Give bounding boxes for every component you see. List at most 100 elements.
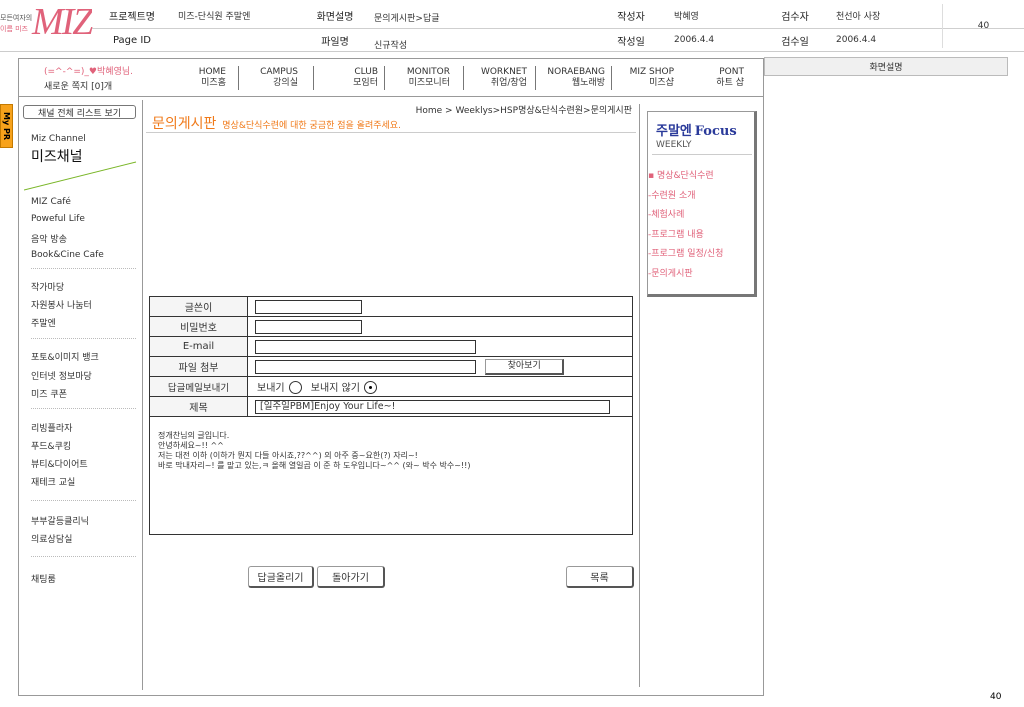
mypr-label: My PR bbox=[2, 112, 11, 140]
reviewer-value: 천선아 사장 bbox=[836, 11, 881, 22]
focus-item-schedule[interactable]: -프로그램 일정/신청 bbox=[648, 246, 723, 259]
nosend-radio[interactable] bbox=[363, 381, 377, 395]
focus-item-program[interactable]: -프로그램 내용 bbox=[648, 227, 704, 240]
browse-label: 찾아보기 bbox=[507, 360, 541, 371]
sidebar-item-chat[interactable]: 채팅룸 bbox=[31, 572, 56, 585]
greeting-text: (=^-^=)_♥박혜영님. bbox=[44, 67, 133, 77]
body-line-2: 안녕하세요~!! ^^ bbox=[158, 441, 224, 450]
notes-link[interactable]: 새로운 쪽지 [0]개 bbox=[44, 79, 112, 92]
nav-club[interactable]: CLUB 모임터 bbox=[330, 67, 378, 89]
screen-desc-value: 문의게시판>답글 bbox=[374, 13, 440, 24]
sidebar-item-couple[interactable]: 부부갈등클리닉 bbox=[31, 514, 89, 527]
channel-list-button[interactable]: 채널 전체 리스트 보기 bbox=[23, 105, 136, 119]
sidebar-item-mizcafe[interactable]: MIZ Café bbox=[31, 197, 71, 207]
subject-label: 제목 bbox=[149, 396, 248, 417]
body-line-1: 정개찬님의 글입니다. bbox=[158, 431, 230, 440]
reply-mail-label: 답글메일보내기 bbox=[149, 376, 248, 397]
user-greeting: (=^-^=)_♥박혜영님. bbox=[44, 67, 133, 78]
attach-input[interactable] bbox=[255, 359, 476, 374]
sidebar-item-powerful-life[interactable]: Poweful Life bbox=[31, 214, 85, 224]
page-title: 문의게시판 bbox=[152, 116, 217, 132]
logo-small-top: 모든여자의 bbox=[0, 14, 33, 22]
nav-pont-en: PONT bbox=[719, 67, 744, 77]
sidebar-item-finance[interactable]: 재테크 교실 bbox=[31, 475, 75, 488]
password-label: 비밀번호 bbox=[149, 316, 248, 337]
nav-campus-en: CAMPUS bbox=[260, 67, 298, 77]
author-label: 작성자 bbox=[592, 4, 670, 26]
nav-mizshop[interactable]: MIZ SHOP 미즈샵 bbox=[617, 67, 674, 89]
nav-monitor[interactable]: MONITOR 미즈모니터 bbox=[395, 67, 450, 89]
sidebar-item-coupon[interactable]: 미즈 쿠폰 bbox=[31, 387, 67, 400]
body-cell[interactable]: 정개찬님의 글입니다. 안녕하세요~!! ^^ 저는 대전 이하 (이하가 뭔지… bbox=[149, 416, 633, 535]
nav-pont[interactable]: PONT 하트 샵 bbox=[700, 67, 744, 89]
focus-item-board[interactable]: -문의게시판 bbox=[648, 266, 693, 279]
nav-monitor-en: MONITOR bbox=[406, 67, 450, 77]
nosend-option-label: 보내지 않기 bbox=[310, 382, 360, 394]
nav-noraebang[interactable]: NORAEBANG 웹노래방 bbox=[538, 67, 605, 89]
breadcrumb: Home > Weeklys>HSP명상&단식수련원>문의게시판 bbox=[415, 106, 632, 116]
list-button[interactable]: 목록 bbox=[566, 566, 634, 588]
subject-input[interactable]: [일주일PBM]Enjoy Your Life~! bbox=[255, 399, 610, 414]
email-label: E-mail bbox=[149, 336, 248, 357]
nav-mizshop-en: MIZ SHOP bbox=[629, 67, 674, 77]
sidebar-item-bookcine[interactable]: Book&Cine Cafe bbox=[31, 250, 104, 260]
page-title-area: 문의게시판 명상&단식수련에 대한 궁금한 점을 올려주세요. bbox=[152, 113, 401, 133]
sidebar-item-living[interactable]: 리빙플라자 bbox=[31, 421, 72, 434]
sidebar-item-food[interactable]: 푸드&쿠킹 bbox=[31, 439, 71, 452]
focus-weekly: WEEKLY bbox=[656, 140, 692, 150]
channel-list-label: 채널 전체 리스트 보기 bbox=[37, 108, 122, 119]
date-value: 2006.4.4 bbox=[674, 35, 715, 45]
page-subtitle: 명상&단식수련에 대한 궁금한 점을 올려주세요. bbox=[222, 121, 401, 131]
reply-mail-cell: 보내기 보내지 않기 bbox=[247, 376, 633, 397]
submit-reply-button[interactable]: 답글올리기 bbox=[248, 566, 314, 588]
nav-mizshop-ko: 미즈샵 bbox=[649, 78, 674, 88]
mypr-tab[interactable]: My PR bbox=[0, 104, 13, 148]
sidebar-item-photobank[interactable]: 포토&이미지 뱅크 bbox=[31, 350, 99, 363]
nav-pont-ko: 하트 샵 bbox=[716, 78, 744, 88]
submit-reply-label: 답글올리기 bbox=[257, 573, 304, 584]
focus-item-experience[interactable]: -체험사례 bbox=[648, 207, 684, 220]
nav-club-ko: 모임터 bbox=[353, 78, 378, 88]
nav-worknet-ko: 취업/창업 bbox=[490, 78, 527, 88]
sidebar-item-internet[interactable]: 인터넷 정보마당 bbox=[31, 369, 92, 382]
focus-title: 주말엔 Focus bbox=[656, 120, 737, 139]
date-label: 작성일 bbox=[592, 29, 670, 51]
sidebar-item-medical[interactable]: 의료상담실 bbox=[31, 532, 72, 545]
sidebar-item-weekend[interactable]: 주말엔 bbox=[31, 316, 56, 329]
password-cell bbox=[247, 316, 633, 337]
nav-home-en: HOME bbox=[198, 67, 226, 77]
page-id-label: Page ID bbox=[92, 29, 172, 51]
nav-home[interactable]: HOME 미즈홈 bbox=[186, 67, 226, 89]
email-input[interactable] bbox=[255, 339, 476, 354]
nav-noraebang-en: NORAEBANG bbox=[547, 67, 605, 77]
password-input[interactable] bbox=[255, 319, 362, 334]
focus-item-meditation[interactable]: ▪ 명상&단식수련 bbox=[648, 168, 714, 181]
nav-club-en: CLUB bbox=[354, 67, 378, 77]
screen-explain-label: 화면설명 bbox=[869, 63, 903, 73]
sidebar-item-beauty[interactable]: 뷰티&다이어트 bbox=[31, 457, 88, 470]
nav-worknet[interactable]: WORKNET 취업/창업 bbox=[472, 67, 527, 89]
nav-home-ko: 미즈홈 bbox=[201, 78, 226, 88]
send-radio[interactable] bbox=[288, 381, 302, 395]
filename-label: 파일명 bbox=[300, 29, 370, 51]
logo-small-bottom: 이름 미즈 bbox=[0, 25, 28, 33]
sidebar-item-volunteer[interactable]: 자원봉사 나눔터 bbox=[31, 298, 92, 311]
sidebar-item-writer[interactable]: 작가마당 bbox=[31, 280, 64, 293]
review-date-value: 2006.4.4 bbox=[836, 35, 877, 45]
screen-desc-label: 화면설명 bbox=[300, 4, 370, 26]
focus-title-en: Focus bbox=[694, 124, 737, 139]
sidebar-item-music[interactable]: 음악 방송 bbox=[31, 232, 67, 245]
nav-worknet-en: WORKNET bbox=[480, 67, 527, 77]
browse-button[interactable]: 찾아보기 bbox=[485, 358, 565, 375]
focus-title-ko: 주말엔 bbox=[656, 124, 692, 139]
channel-divider bbox=[24, 161, 137, 191]
writer-cell bbox=[247, 296, 633, 317]
back-button[interactable]: 돌아가기 bbox=[317, 566, 385, 588]
writer-input[interactable] bbox=[255, 299, 362, 314]
writer-label: 글쓴이 bbox=[149, 296, 248, 317]
project-label: 프로젝트명 bbox=[92, 4, 172, 26]
nav-campus[interactable]: CAMPUS 강의실 bbox=[250, 67, 298, 89]
review-date-label: 검수일 bbox=[760, 29, 830, 51]
reviewer-label: 검수자 bbox=[760, 4, 830, 26]
focus-item-intro[interactable]: -수련원 소개 bbox=[648, 188, 696, 201]
